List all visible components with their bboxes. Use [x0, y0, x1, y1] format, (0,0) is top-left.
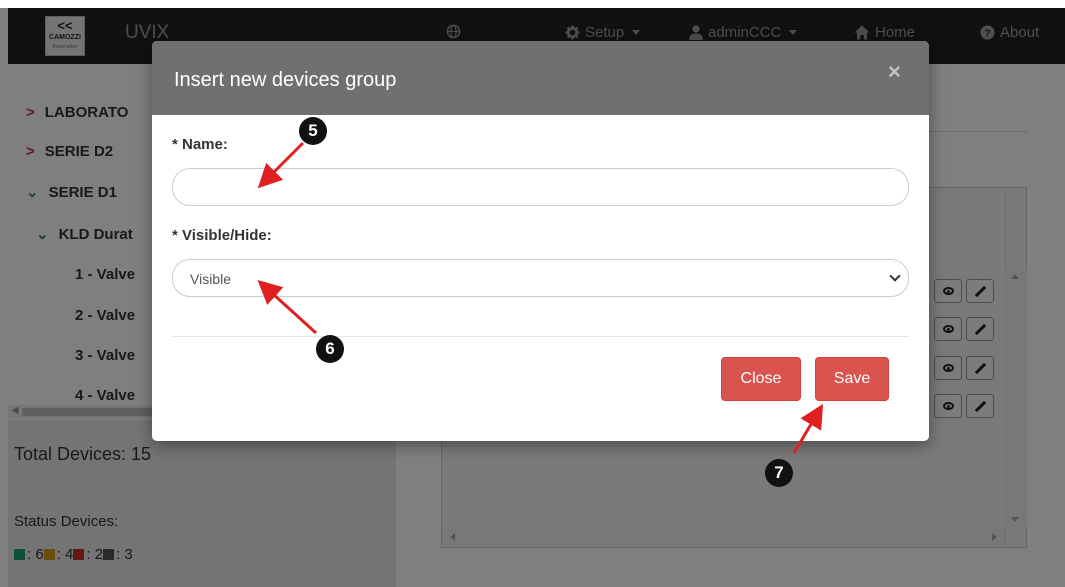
arrow-to-visibility-select: [257, 279, 318, 335]
annotation-badge-6: 6: [316, 335, 344, 363]
arrow-to-name-input: [257, 141, 305, 189]
annotation-arrows: [257, 141, 824, 454]
annotation-badge-7: 7: [765, 459, 793, 487]
annotation-badge-5: 5: [299, 117, 327, 145]
screen: << CAMOZZI Automation UVIX Setup adminCC…: [0, 0, 1065, 587]
arrow-to-save-button: [792, 403, 824, 454]
